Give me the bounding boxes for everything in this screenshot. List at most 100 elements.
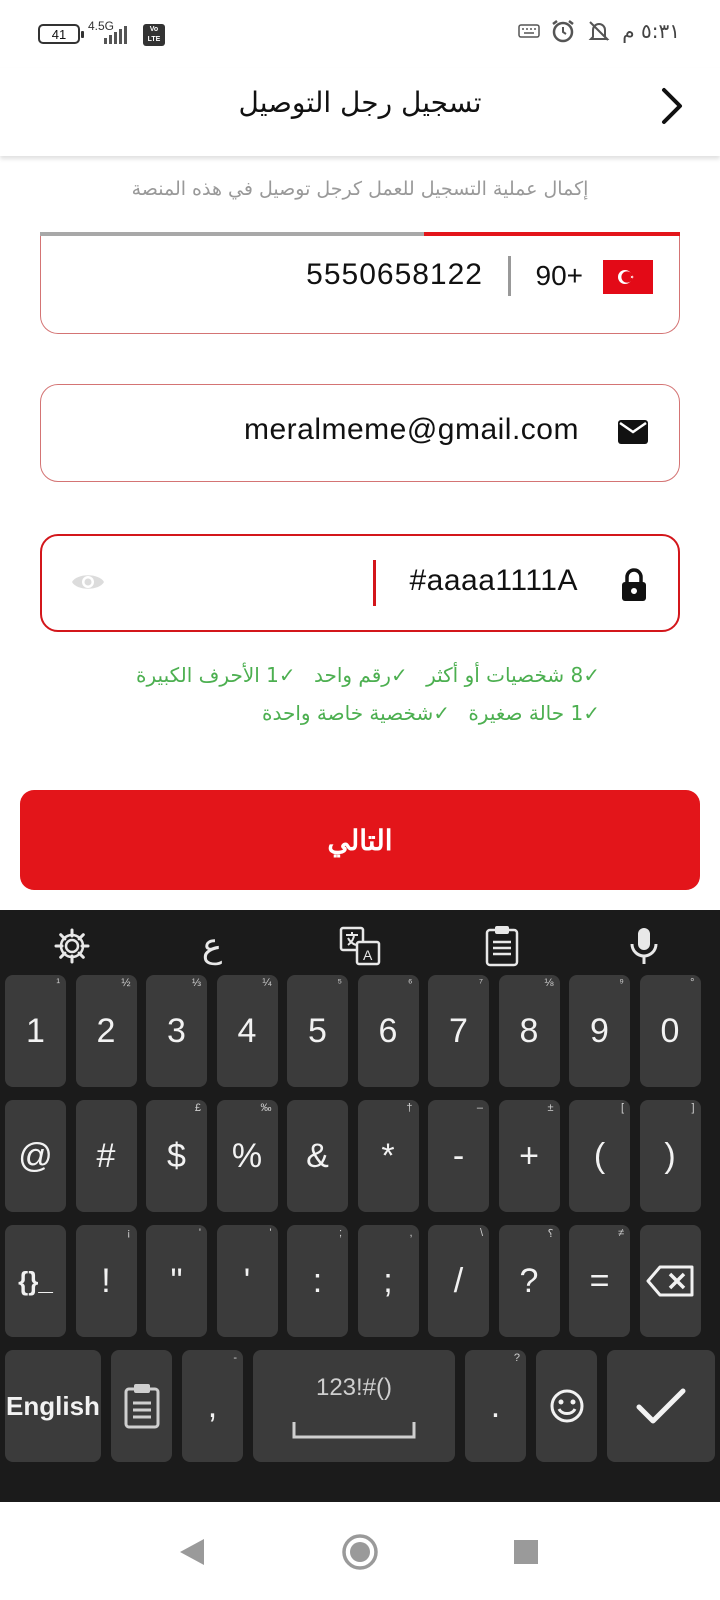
back-button[interactable] xyxy=(648,82,696,130)
translate-button[interactable]: A xyxy=(332,920,388,972)
key-row2-6[interactable]: - – xyxy=(428,1100,489,1212)
key-row1-2[interactable]: 3⅓ xyxy=(146,975,207,1087)
key-row2-9[interactable]: )] xyxy=(639,1100,701,1212)
key-row3-2-label: " xyxy=(170,1261,183,1300)
language-key[interactable]: English xyxy=(5,1350,101,1462)
key-row3-3[interactable]: ' ' xyxy=(216,1225,278,1337)
comma-key[interactable]: ,- xyxy=(182,1350,243,1462)
key-row2-9-hint: ] xyxy=(691,1102,695,1114)
country-code[interactable]: 90+ xyxy=(536,260,584,292)
password-input[interactable]: #aaaa1111A xyxy=(410,564,579,598)
key-row1-8-label: 9 xyxy=(590,1011,609,1050)
emoji-key[interactable] xyxy=(536,1350,597,1462)
key-row3-8[interactable]: = ≠ xyxy=(569,1225,630,1337)
email-field[interactable]: meralmeme@gmail.com xyxy=(40,384,680,482)
key-row1-4[interactable]: 5⁵ xyxy=(287,975,348,1087)
key-row2-2[interactable]: $ £ xyxy=(146,1100,207,1212)
key-row1-2-label: 3 xyxy=(167,1011,186,1050)
key-row2-6-hint: – xyxy=(476,1102,483,1114)
key-row1-3-hint: ¼ xyxy=(262,977,272,989)
key-row3-7[interactable]: ? ؟ xyxy=(498,1225,560,1337)
key-row1-5[interactable]: 6⁶ xyxy=(357,975,419,1087)
rule-lowercase: ✓1 حالة صغيرة xyxy=(468,701,600,725)
key-row2-8[interactable]: ([ xyxy=(569,1100,630,1212)
key-row1-1-hint: ½ xyxy=(121,977,131,989)
keyboard-settings-button[interactable] xyxy=(44,920,100,972)
backspace-key[interactable] xyxy=(639,1225,701,1337)
key-row2-2-hint: £ xyxy=(194,1102,201,1114)
email-input[interactable]: meralmeme@gmail.com xyxy=(244,413,579,447)
key-row3-6[interactable]: / \ xyxy=(428,1225,489,1337)
recents-square-icon xyxy=(514,1540,538,1564)
arabic-layout-button[interactable]: ع xyxy=(184,920,240,972)
checkmark-icon xyxy=(636,1388,686,1424)
key-row3-1[interactable]: ! ¡ xyxy=(75,1225,137,1337)
clipboard-button[interactable] xyxy=(474,920,530,972)
phone-field[interactable]: 90+ 5550658122 xyxy=(40,236,680,334)
comma-key-hint: - xyxy=(233,1352,237,1364)
keyboard-indicator-icon xyxy=(518,24,541,38)
phone-input[interactable]: 5550658122 xyxy=(306,258,483,292)
key-row2-5[interactable]: * † xyxy=(357,1100,419,1212)
key-row1-5-hint: ⁶ xyxy=(407,977,413,989)
key-row3-2[interactable]: " ' xyxy=(146,1225,207,1337)
key-row1-5-label: 6 xyxy=(378,1011,398,1050)
key-row3-5-hint: , xyxy=(409,1227,413,1239)
key-row1-0[interactable]: 1¹ xyxy=(5,975,66,1087)
on-screen-keyboard: ع A 1 ¹ 2 ½ 3 ⅓ 4 ¼ 5 ⁵ 6 ⁶ 7 ⁷ 8 ⅛ 9 ⁹ 0 ° @ # $ £% ‰ & * † - – + ±([)… xyxy=(0,910,720,1502)
key-row1-4-label: 5 xyxy=(308,1011,327,1050)
rule-uppercase: ✓1 الأحرف الكبيرة xyxy=(136,663,296,687)
clipboard-key[interactable] xyxy=(111,1350,172,1462)
key-row2-7[interactable]: + ± xyxy=(498,1100,560,1212)
key-row3-5-label: ; xyxy=(383,1261,393,1300)
key-row1-9[interactable]: 0 ° xyxy=(639,975,701,1087)
key-row2-4-label: & xyxy=(306,1136,329,1175)
nav-back-button[interactable] xyxy=(172,1532,212,1572)
turkey-flag-icon[interactable] xyxy=(603,260,653,294)
done-key[interactable] xyxy=(607,1350,715,1462)
key-row2-0-label: @ xyxy=(18,1136,53,1175)
eye-icon[interactable] xyxy=(70,570,106,598)
key-row1-3-label: 4 xyxy=(237,1011,257,1050)
key-row3-1-label: ! xyxy=(101,1261,111,1300)
comma-key-label: , xyxy=(207,1386,218,1425)
key-row2-3[interactable]: % ‰ xyxy=(216,1100,278,1212)
clipboard-icon xyxy=(124,1384,159,1429)
key-row2-1-label: # xyxy=(96,1136,116,1175)
space-key-label: 123!#() xyxy=(315,1374,393,1401)
key-row2-7-label: + xyxy=(519,1136,539,1175)
key-row1-6-hint: ⁷ xyxy=(479,977,483,989)
key-row1-6[interactable]: 7⁷ xyxy=(428,975,489,1087)
key-row2-0[interactable]: @ xyxy=(5,1100,66,1212)
password-rules: ✓8 شخصيات أو أكثر ✓رقم واحد ✓1 الأحرف ال… xyxy=(40,656,600,732)
key-row3-4[interactable]: :; xyxy=(287,1225,348,1337)
key-row2-1[interactable]: # xyxy=(75,1100,137,1212)
key-row3-0[interactable]: {}_ xyxy=(5,1225,66,1337)
key-row1-7[interactable]: 8⅛ xyxy=(498,975,560,1087)
key-row1-0-label: 1 xyxy=(26,1011,45,1050)
period-key-hint: ? xyxy=(513,1352,520,1364)
key-row2-3-label: % xyxy=(231,1136,263,1175)
key-row2-4[interactable]: & xyxy=(287,1100,348,1212)
backspace-icon xyxy=(646,1265,694,1297)
key-row1-1[interactable]: 2½ xyxy=(75,975,137,1087)
system-navigation-bar xyxy=(0,1502,720,1600)
lock-icon xyxy=(620,568,648,606)
chevron-right-icon xyxy=(662,88,682,124)
key-row1-8[interactable]: 9⁹ xyxy=(569,975,630,1087)
space-key[interactable]: 123!#() xyxy=(253,1350,455,1462)
volte-icon: Vo LTE xyxy=(143,24,165,46)
key-row1-7-label: 8 xyxy=(519,1011,539,1050)
key-row3-5[interactable]: ;, xyxy=(357,1225,419,1337)
password-field[interactable]: #aaaa1111A xyxy=(40,534,680,632)
status-bar: 41 4.5G Vo LTE ٥:٣١ م xyxy=(0,0,720,68)
period-key[interactable]: .? xyxy=(465,1350,526,1462)
mail-icon xyxy=(617,419,649,449)
clipboard-icon xyxy=(485,926,519,967)
nav-home-button[interactable] xyxy=(340,1532,380,1572)
nav-recents-button[interactable] xyxy=(506,1532,546,1572)
key-row1-3[interactable]: 4¼ xyxy=(216,975,278,1087)
next-button[interactable]: التالي xyxy=(20,790,700,890)
password-rules-line-2: ✓1 حالة صغيرة ✓شخصية خاصة واحدة xyxy=(40,694,600,732)
voice-input-button[interactable] xyxy=(616,920,672,972)
